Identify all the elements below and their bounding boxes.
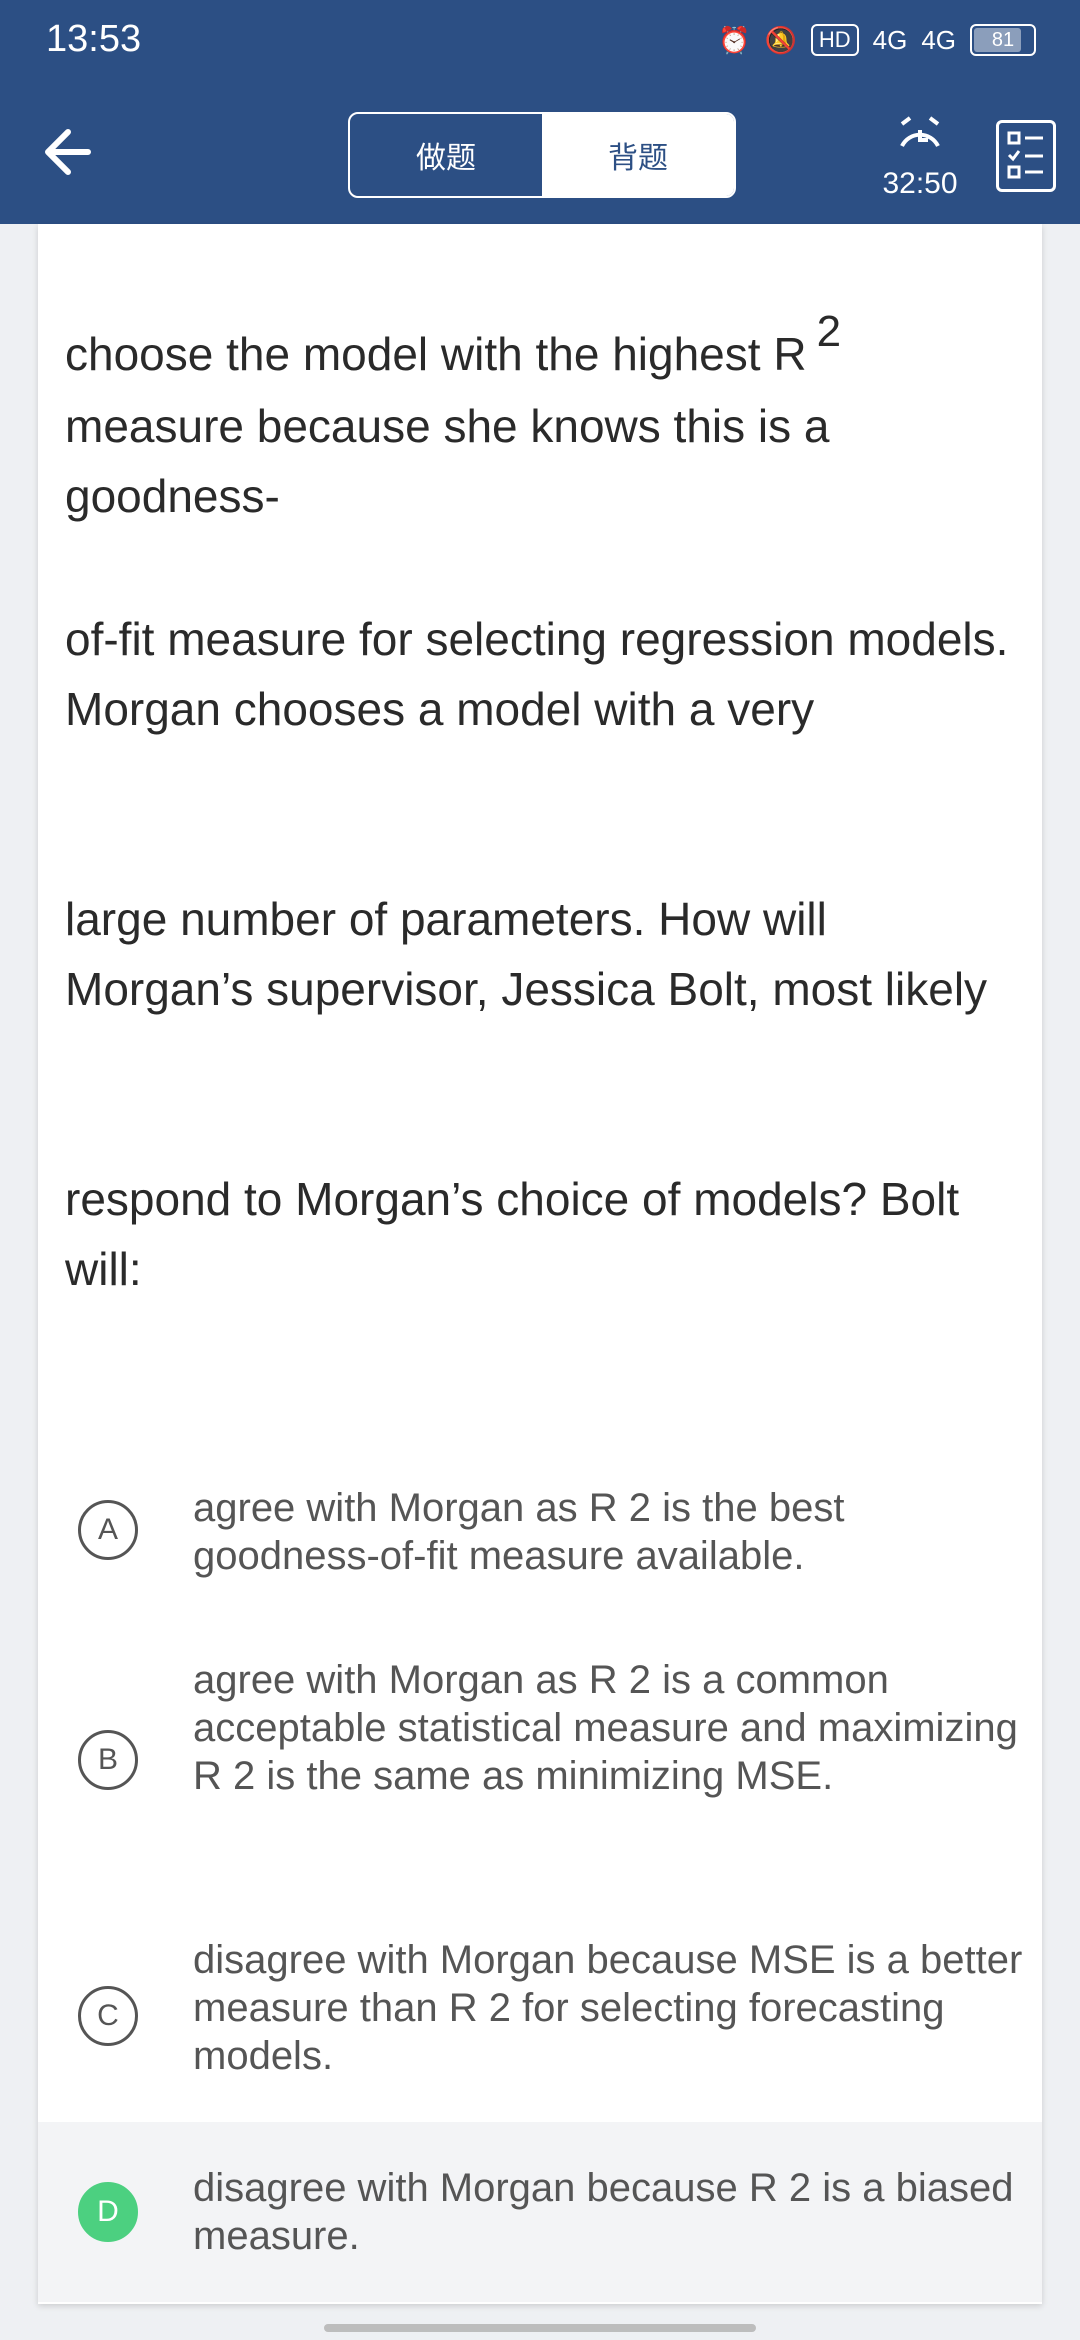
option-text: agree with Morgan as R 2 is the best goo…: [193, 1486, 845, 1578]
option-text: disagree with Morgan because R 2 is a bi…: [193, 2166, 1014, 2258]
tab-memorize[interactable]: 背题: [542, 114, 734, 196]
option-d[interactable]: D disagree with Morgan because R 2 is a …: [38, 2122, 1042, 2302]
home-indicator[interactable]: [324, 2324, 756, 2332]
answer-sheet-icon[interactable]: [996, 120, 1056, 192]
top-bar: 13:53 ⏰ 🔕 HD 4G 4G 81 做题 背题 32:50: [0, 0, 1080, 224]
option-c[interactable]: C disagree with Morgan because MSE is a …: [38, 1924, 1042, 2104]
question-paragraph-1: choose the model with the highest R2 mea…: [65, 307, 842, 522]
bell-off-icon: 🔕: [764, 24, 797, 55]
option-a[interactable]: A agree with Morgan as R 2 is the best g…: [38, 1474, 1042, 1604]
question-card: choose the model with the highest R2 mea…: [38, 224, 1042, 2304]
timer: 32:50: [880, 116, 960, 201]
signal-4g-icon: 4G: [921, 24, 956, 55]
question-paragraph-2: of-fit measure for selecting regression …: [65, 613, 1009, 735]
option-b[interactable]: B agree with Morgan as R 2 is a common a…: [38, 1644, 1042, 1874]
option-letter: B: [78, 1730, 138, 1790]
tab-practice[interactable]: 做题: [350, 114, 542, 196]
back-arrow-icon[interactable]: [40, 122, 110, 182]
hd-icon: HD: [810, 24, 859, 56]
option-letter: C: [78, 1986, 138, 2046]
option-letter: D: [78, 2182, 138, 2242]
status-time: 13:53: [46, 18, 142, 60]
timer-value: 32:50: [882, 167, 958, 200]
option-text: agree with Morgan as R 2 is a common acc…: [193, 1658, 1018, 1798]
option-text: disagree with Morgan because MSE is a be…: [193, 1938, 1023, 2078]
mode-toggle: 做题 背题: [348, 112, 736, 198]
question-paragraph-4: respond to Morgan’s choice of models? Bo…: [65, 1173, 960, 1295]
battery-icon: 81: [970, 24, 1036, 56]
clock-icon: [900, 116, 940, 147]
status-icons: ⏰ 🔕 HD 4G 4G 81: [718, 24, 1036, 56]
question-paragraph-3: large number of parameters. How will Mor…: [65, 893, 988, 1015]
alarm-icon: ⏰: [718, 24, 751, 55]
option-letter: A: [78, 1500, 138, 1560]
signal-4g-icon: 4G: [872, 24, 908, 55]
